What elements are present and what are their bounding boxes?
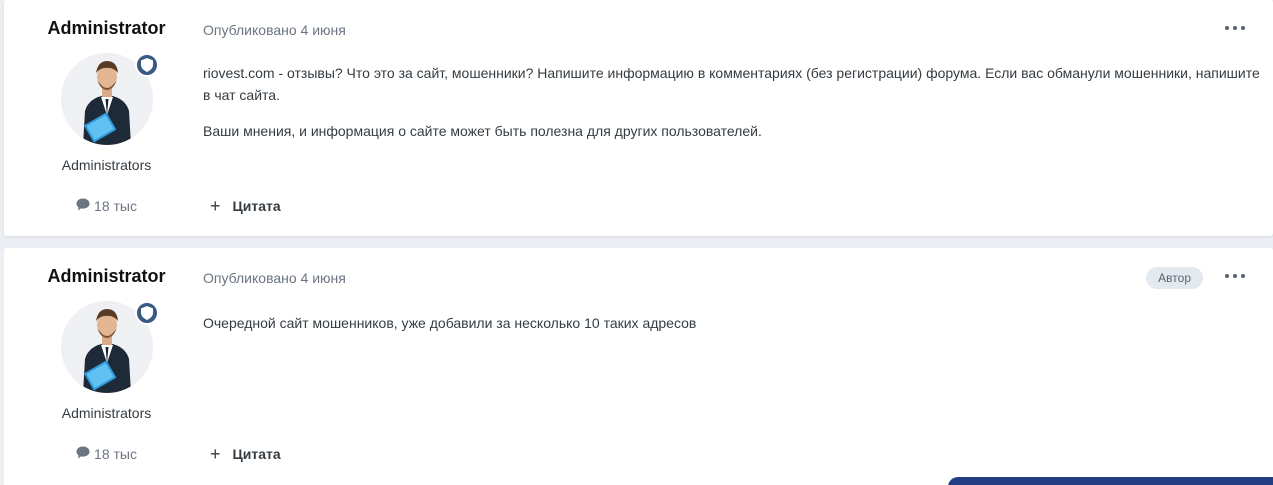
post-count-value: 18 тыс — [94, 446, 137, 462]
plus-icon: + — [210, 444, 221, 464]
user-group: Administrators — [61, 405, 152, 421]
plus-icon: + — [210, 196, 221, 216]
forum-post: Administrator Administrators 18 тыс Опуб… — [4, 248, 1273, 485]
post-paragraph: Ваши мнения, и информация о сайте может … — [203, 123, 762, 139]
speech-bubble-icon — [76, 446, 90, 462]
speech-bubble-icon — [76, 198, 90, 214]
publish-date[interactable]: Опубликовано 4 июня — [203, 270, 346, 286]
author-name-link[interactable]: Administrator — [4, 18, 209, 39]
forum-post: Administrator Administrators 18 тыс Опуб… — [4, 0, 1273, 236]
post-count[interactable]: 18 тыс — [4, 446, 209, 462]
shield-icon — [135, 301, 159, 325]
post-paragraph: Очередной сайт мошенников, уже добавили … — [203, 315, 697, 331]
shield-icon — [135, 53, 159, 77]
author-badge: Автор — [1146, 267, 1203, 289]
ellipsis-icon[interactable] — [1225, 20, 1245, 36]
quote-label: Цитата — [232, 446, 281, 462]
quote-button[interactable]: + Цитата — [210, 196, 281, 216]
post-count-value: 18 тыс — [94, 198, 137, 214]
ellipsis-icon[interactable] — [1225, 268, 1245, 284]
author-name-link[interactable]: Administrator — [4, 266, 209, 287]
quote-button[interactable]: + Цитата — [210, 444, 281, 464]
post-content: riovest.com - отзывы? Что это за сайт, м… — [203, 62, 1263, 156]
avatar[interactable] — [61, 53, 159, 145]
post-content: Очередной сайт мошенников, уже добавили … — [203, 312, 1263, 348]
user-group: Administrators — [61, 157, 152, 173]
post-paragraph: riovest.com - отзывы? Что это за сайт, м… — [203, 65, 1260, 103]
floating-bar[interactable] — [948, 477, 1273, 485]
publish-date[interactable]: Опубликовано 4 июня — [203, 22, 346, 38]
avatar[interactable] — [61, 301, 159, 393]
post-count[interactable]: 18 тыс — [4, 198, 209, 214]
quote-label: Цитата — [232, 198, 281, 214]
